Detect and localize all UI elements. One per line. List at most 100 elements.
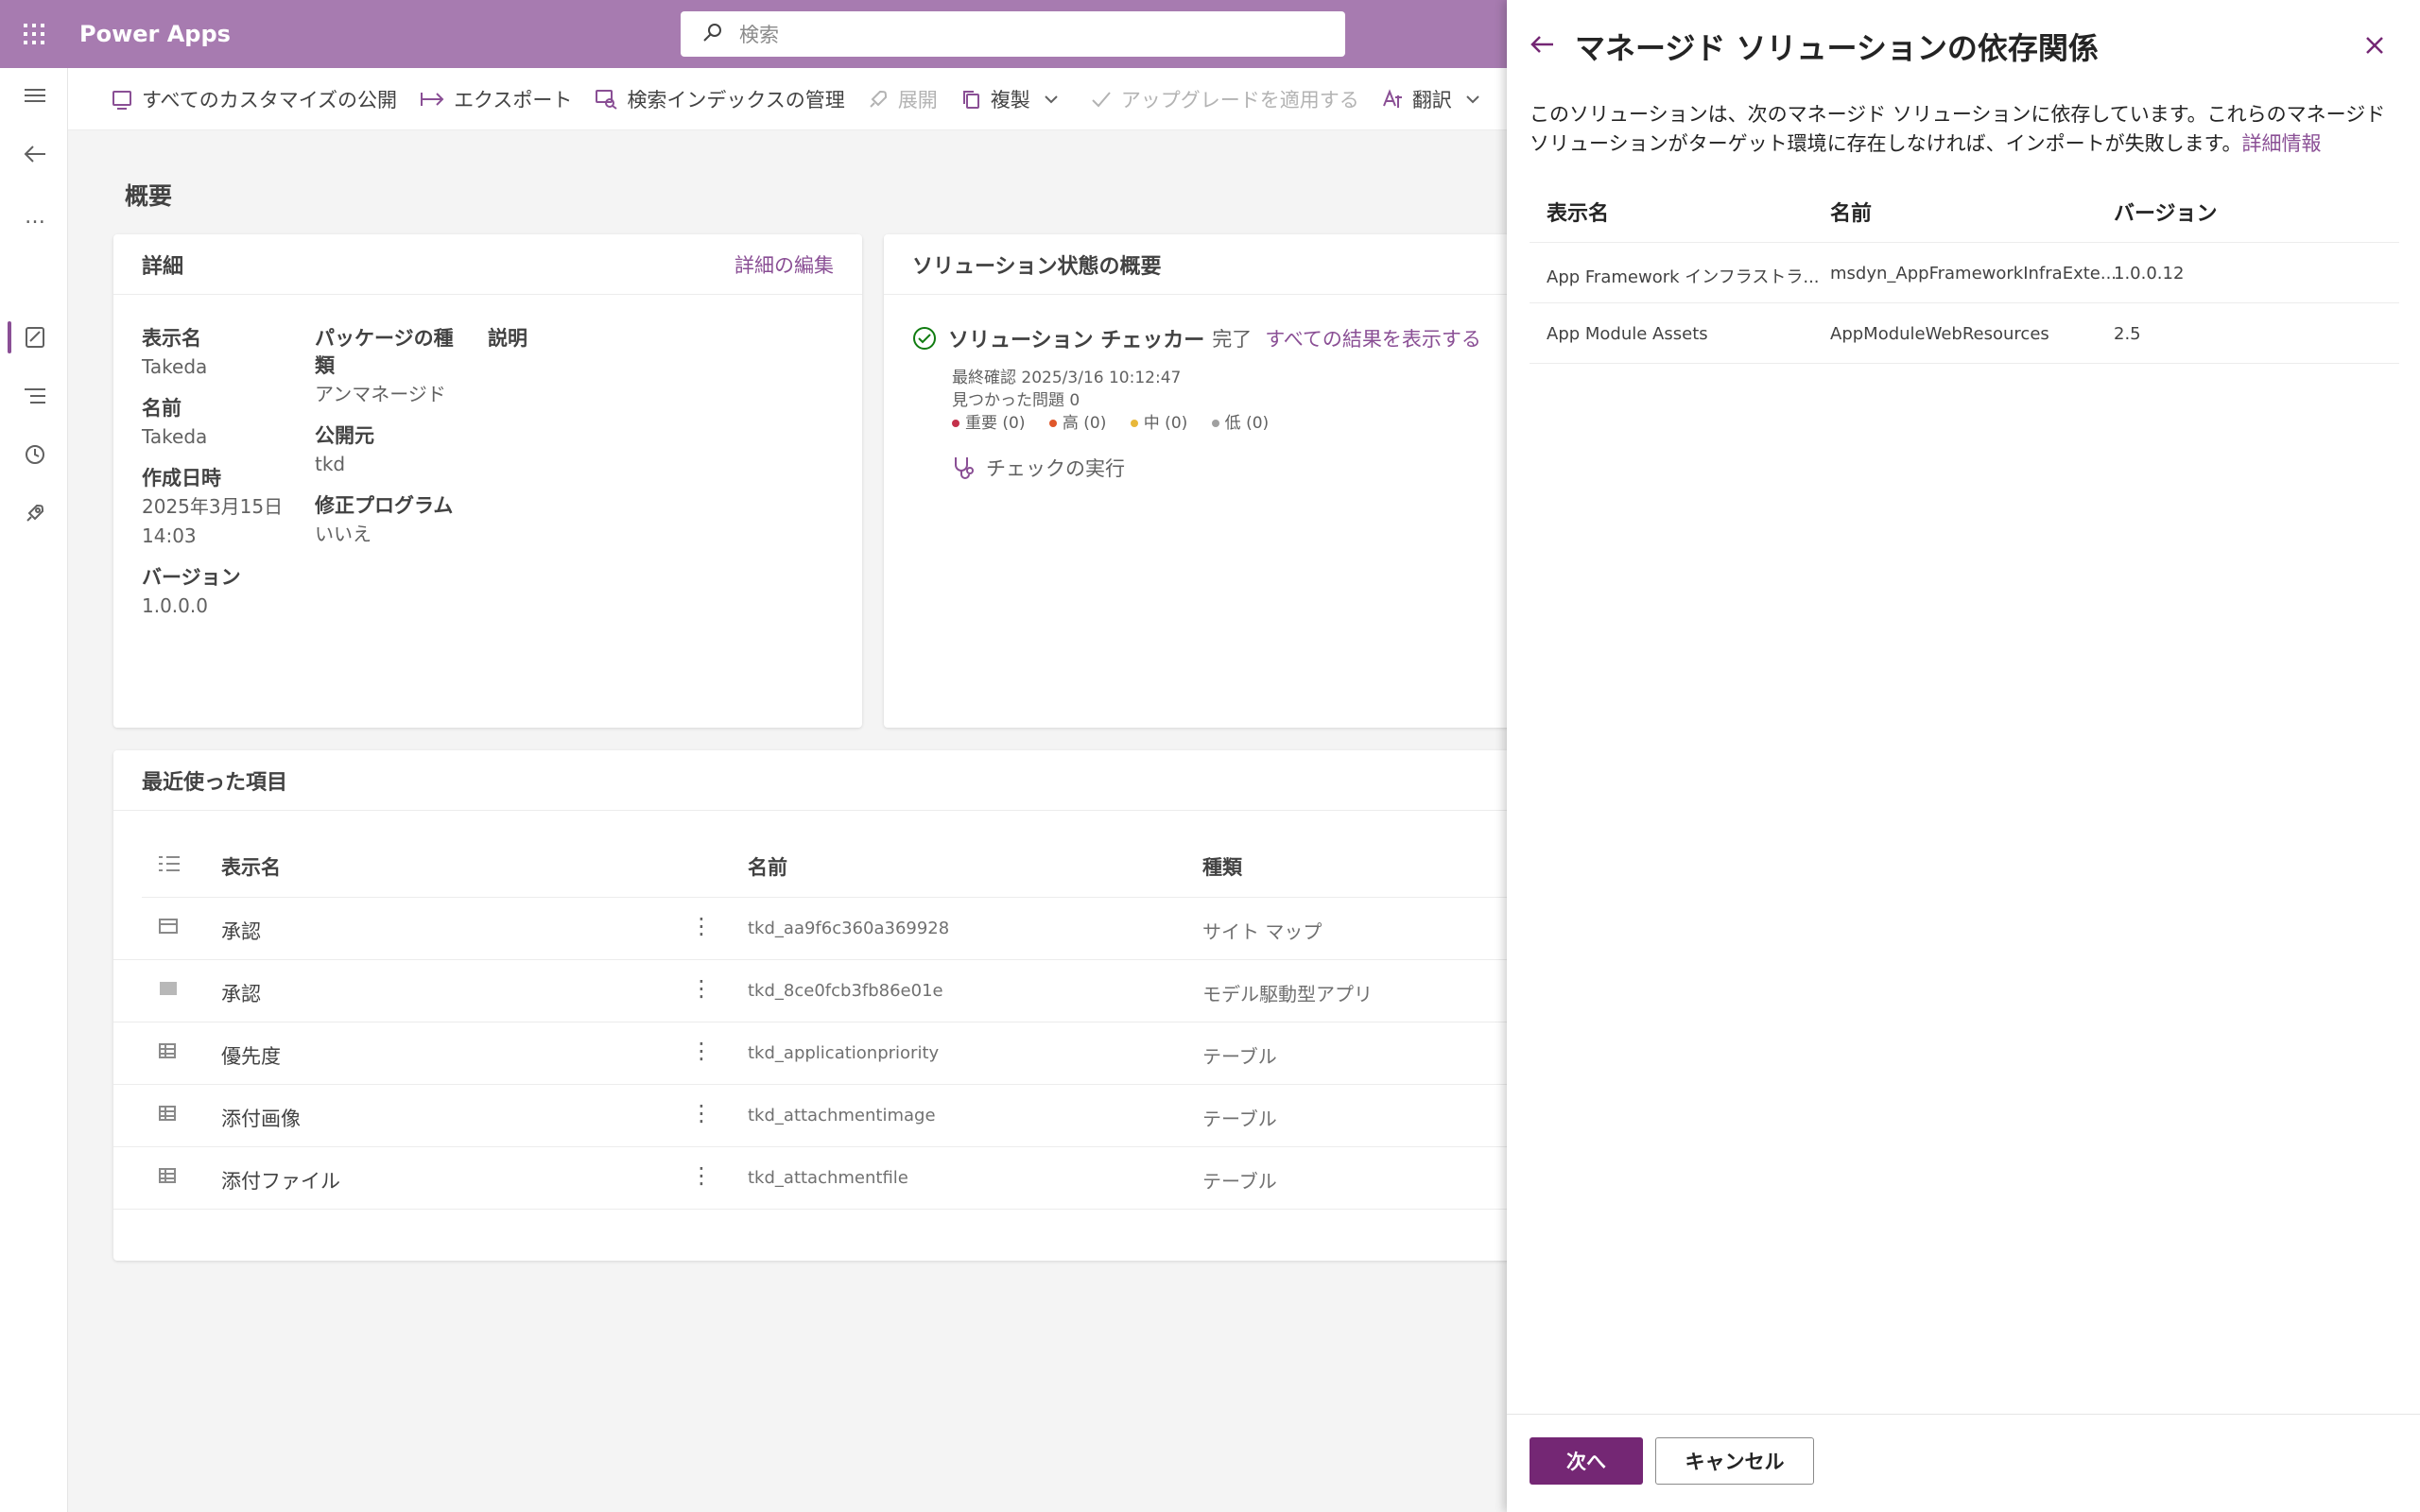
details-col-2: パッケージの種 類 アンマネージド 公開元 tkd 修正プログラム いいえ — [315, 325, 454, 549]
stethoscope-icon — [955, 457, 974, 479]
table-row[interactable]: 承認 ⋮ tkd_8ce0fcb3fb86e01e モデル駆動型アプリ — [113, 960, 1560, 1022]
row-name: tkd_attachmentimage — [748, 1106, 936, 1125]
export-button[interactable]: エクスポート — [420, 85, 572, 113]
export-label: エクスポート — [454, 88, 573, 112]
dep-version: 1.0.0.12 — [2114, 264, 2185, 284]
table-row[interactable]: 優先度 ⋮ tkd_applicationpriority テーブル — [113, 1022, 1560, 1085]
app-name[interactable]: Power Apps — [79, 21, 231, 47]
apply-upgrade-button[interactable]: アップグレードを適用する — [1091, 85, 1359, 113]
table-row[interactable]: 添付ファイル ⋮ tkd_attachmentfile テーブル — [113, 1147, 1560, 1210]
row-type: テーブル — [1202, 1170, 1277, 1193]
next-button[interactable]: 次へ — [1530, 1437, 1643, 1485]
row-display-name[interactable]: 承認 — [221, 917, 261, 945]
column-options-icon[interactable] — [159, 854, 180, 877]
deploy-button[interactable]: 展開 — [868, 85, 938, 113]
panel-title: マネージド ソリューションの依存関係 — [1575, 30, 2099, 66]
translate-icon — [1382, 88, 1402, 108]
sitemap-icon — [159, 919, 178, 937]
hamburger-icon[interactable] — [19, 79, 51, 112]
table-icon — [159, 1043, 176, 1062]
dep-col-display-name: 表示名 — [1547, 202, 1610, 226]
row-name: tkd_aa9f6c360a369928 — [748, 919, 950, 938]
search-box[interactable]: 検索 — [681, 11, 1345, 57]
dep-name: AppModuleWebResources — [1830, 324, 2049, 344]
issues-found-text: 見つかった問題 0 — [952, 391, 1080, 410]
rocket-icon — [870, 90, 887, 108]
more-icon[interactable]: … — [19, 200, 51, 232]
row-type: モデル駆動型アプリ — [1202, 983, 1373, 1005]
row-name: tkd_attachmentfile — [748, 1168, 908, 1188]
details-col-1: 表示名 Takeda 名前 Takeda 作成日時 2025年3月15日 14:… — [142, 325, 283, 621]
created-value-date: 2025年3月15日 — [142, 495, 284, 518]
row-display-name[interactable]: 承認 — [221, 979, 261, 1007]
description-label: 説明 — [488, 327, 527, 350]
details-card: 詳細 詳細の編集 表示名 Takeda 名前 Takeda 作成日時 2025年… — [113, 234, 862, 728]
app-launcher-icon[interactable] — [0, 0, 68, 68]
col-header-name[interactable]: 名前 — [748, 852, 787, 881]
col-header-type[interactable]: 種類 — [1202, 852, 1242, 881]
version-label: バージョン — [142, 566, 241, 589]
panel-back-icon[interactable] — [1530, 34, 1554, 59]
overview-icon[interactable] — [19, 321, 51, 353]
solution-health-card: ソリューション状態の概要 ソリューション チェッカー 完了 すべての結果を表示す… — [884, 234, 1546, 728]
row-more-icon[interactable]: ⋮ — [690, 1100, 713, 1126]
dep-display-name: App Module Assets — [1547, 324, 1708, 344]
view-all-results-link[interactable]: すべての結果を表示する — [1265, 324, 1481, 352]
back-arrow-icon[interactable] — [19, 138, 51, 170]
dep-version: 2.5 — [2114, 324, 2141, 344]
manage-search-index-label: 検索インデックスの管理 — [627, 88, 845, 112]
table-row[interactable]: 承認 ⋮ tkd_aa9f6c360a369928 サイト マップ — [113, 898, 1560, 960]
run-check-button[interactable]: チェックの実行 — [952, 454, 1125, 482]
row-more-icon[interactable]: ⋮ — [690, 1038, 713, 1064]
row-display-name[interactable]: 優先度 — [221, 1041, 281, 1070]
pipelines-rocket-icon[interactable] — [19, 497, 51, 529]
dependency-row: App Module Assets AppModuleWebResources … — [1530, 303, 2399, 364]
edit-details-link[interactable]: 詳細の編集 — [735, 250, 834, 279]
objects-icon[interactable] — [19, 380, 51, 412]
high-count: 高 (0) — [1048, 414, 1106, 433]
created-label: 作成日時 — [142, 467, 221, 490]
panel-description: このソリューションは、次のマネージド ソリューションに依存しています。これらのマ… — [1530, 100, 2399, 159]
severity-counts: 重要 (0) 高 (0) 中 (0) 低 (0) — [952, 412, 1269, 435]
chevron-down-icon — [1045, 94, 1058, 103]
row-type: テーブル — [1202, 1045, 1277, 1068]
cancel-button[interactable]: キャンセル — [1655, 1437, 1814, 1485]
publish-all-button[interactable]: すべてのカスタマイズの公開 — [112, 85, 397, 113]
publisher-label: 公開元 — [315, 424, 374, 447]
deploy-label: 展開 — [897, 88, 938, 112]
export-arrow-icon — [421, 92, 444, 106]
details-card-title: 詳細 — [142, 254, 184, 279]
search-input[interactable]: 検索 — [739, 20, 779, 48]
success-check-icon — [913, 327, 936, 350]
name-value: Takeda — [142, 425, 208, 448]
run-check-label: チェックの実行 — [986, 457, 1125, 480]
low-count: 低 (0) — [1211, 414, 1269, 433]
row-type: テーブル — [1202, 1108, 1277, 1130]
checkmark-icon — [1092, 91, 1111, 107]
solution-health-title: ソリューション状態の概要 — [912, 254, 1162, 279]
package-type-label-cont: 類 — [315, 354, 335, 377]
history-icon[interactable] — [19, 438, 51, 471]
apply-upgrade-label: アップグレードを適用する — [1120, 88, 1359, 112]
publish-all-label: すべてのカスタマイズの公開 — [142, 88, 398, 112]
row-display-name[interactable]: 添付画像 — [221, 1104, 301, 1132]
high-dot — [1048, 420, 1057, 427]
translate-button[interactable]: 翻訳 — [1382, 85, 1490, 113]
clone-button[interactable]: 複製 — [960, 85, 1068, 113]
recent-items-card: 最近使った項目 表示名 名前 種類 承認 ⋮ tkd_aa9f6c360a369… — [113, 750, 1560, 1261]
col-header-display-name[interactable]: 表示名 — [221, 852, 281, 881]
critical-text: 重要 (0) — [965, 414, 1026, 433]
row-more-icon[interactable]: ⋮ — [690, 913, 713, 939]
row-display-name[interactable]: 添付ファイル — [221, 1166, 340, 1194]
manage-search-index-button[interactable]: 検索インデックスの管理 — [595, 85, 845, 113]
translate-label: 翻訳 — [1411, 88, 1452, 112]
dep-col-version: バージョン — [2114, 202, 2218, 226]
dependency-row: App Framework インフラストラ... msdyn_AppFramew… — [1530, 243, 2399, 303]
created-value-time: 14:03 — [142, 524, 197, 547]
row-more-icon[interactable]: ⋮ — [690, 975, 713, 1002]
row-more-icon[interactable]: ⋮ — [690, 1162, 713, 1189]
panel-close-icon[interactable] — [2365, 36, 2384, 59]
details-col-3: 説明 — [488, 325, 527, 352]
table-row[interactable]: 添付画像 ⋮ tkd_attachmentimage テーブル — [113, 1085, 1560, 1147]
more-info-link[interactable]: 詳細情報 — [2241, 132, 2321, 155]
